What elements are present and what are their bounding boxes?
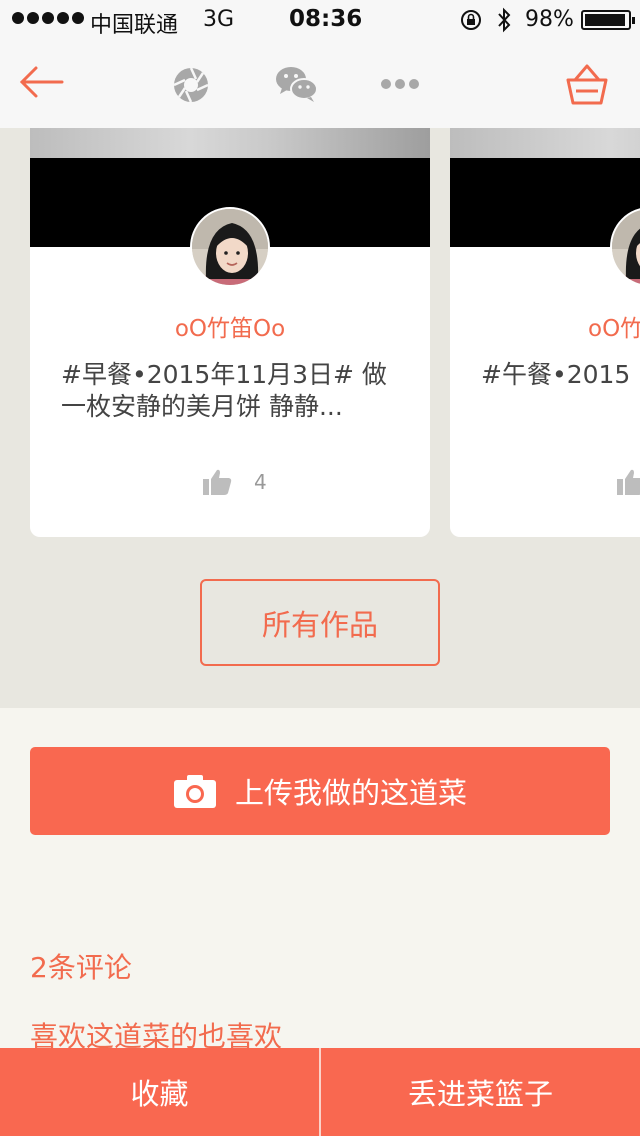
upload-dish-label: 上传我做的这道菜 (234, 776, 467, 810)
battery-percent: 98% (525, 7, 574, 32)
rotation-lock-icon (461, 10, 481, 30)
work-author[interactable]: oO竹笛Oo (30, 309, 430, 343)
work-author[interactable]: oO竹 (588, 309, 640, 343)
basket-icon[interactable] (564, 62, 610, 106)
favorite-button[interactable]: 收藏 (0, 1048, 319, 1136)
like-group[interactable]: 4 (202, 468, 267, 496)
like-count: 4 (254, 470, 267, 494)
thumbs-up-icon[interactable] (616, 468, 640, 496)
camera-icon (173, 775, 216, 808)
user-works-gallery[interactable]: oO竹笛Oo #早餐•2015年11月3日# 做一枚安静的美月饼 静静... 4… (0, 128, 640, 708)
like-group[interactable] (616, 468, 640, 496)
work-card[interactable]: oO竹笛Oo #早餐•2015年11月3日# 做一枚安静的美月饼 静静... 4 (30, 128, 430, 537)
bluetooth-icon (498, 7, 511, 33)
signal-strength-icon (12, 12, 84, 24)
network-type: 3G (203, 7, 235, 32)
back-arrow-icon[interactable] (18, 64, 64, 100)
camera-shutter-icon[interactable] (172, 66, 210, 104)
upload-dish-button[interactable]: 上传我做的这道菜 (30, 747, 610, 835)
more-icon[interactable] (380, 78, 420, 90)
top-bar: 中国联通 3G 08:36 98% (0, 0, 640, 128)
work-description: #午餐•2015 (481, 360, 631, 389)
work-photo[interactable] (450, 128, 640, 247)
battery-icon (581, 10, 635, 30)
wechat-icon[interactable] (274, 64, 320, 104)
carrier-name: 中国联通 (90, 13, 179, 38)
work-card[interactable]: oO竹 #午餐•2015 (450, 128, 640, 537)
status-bar: 中国联通 3G 08:36 98% (0, 0, 640, 40)
comments-link[interactable]: 2条评论 (30, 946, 132, 986)
add-to-basket-button[interactable]: 丢进菜篮子 (321, 1048, 640, 1136)
all-works-button[interactable]: 所有作品 (200, 579, 440, 666)
status-time: 08:36 (289, 6, 363, 32)
bottom-action-bar: 收藏 丢进菜篮子 (0, 1048, 640, 1136)
thumbs-up-icon[interactable] (202, 468, 232, 496)
work-description: #早餐•2015年11月3日# 做一枚安静的美月饼 静静... (61, 360, 387, 421)
avatar[interactable] (190, 207, 270, 287)
